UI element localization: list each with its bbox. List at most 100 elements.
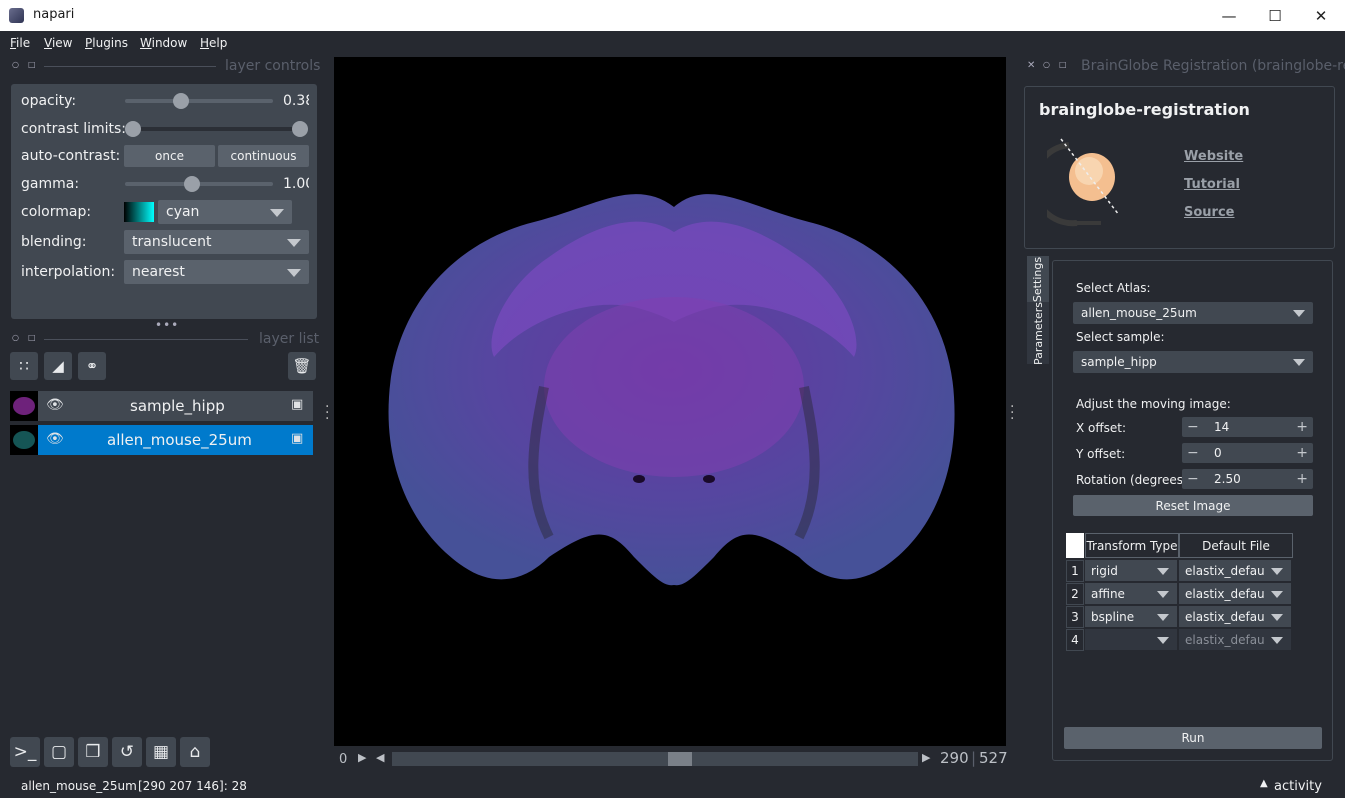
auto-contrast-continuous-button[interactable]: continuous [218,145,309,167]
dock-close-icon[interactable]: ○ [12,60,19,69]
layer-controls-header: layer controls [225,58,321,74]
minimize-icon[interactable]: — [1206,0,1252,31]
grid-icon[interactable]: ▦ [146,737,176,767]
chevron-down-icon [1271,567,1283,575]
colormap-dropdown[interactable]: cyan [158,200,292,224]
default-file-dropdown[interactable]: elastix_defau [1179,629,1291,650]
transform-type-header[interactable]: Transform Type [1085,533,1179,558]
roll-dims-icon[interactable]: ❒ [78,737,108,767]
chevron-down-icon [1271,636,1283,644]
minus-icon[interactable]: − [1187,445,1199,461]
delete-layer-icon[interactable]: 🗑 [288,352,316,380]
x-offset-label: X offset: [1076,421,1127,435]
minus-icon[interactable]: − [1187,471,1199,487]
layer-name[interactable]: sample_hipp [130,397,225,415]
new-shapes-layer-icon[interactable]: ◢ [44,352,72,380]
row-number: 4 [1066,629,1084,651]
contrast-limits-slider[interactable] [133,127,301,131]
plus-icon[interactable]: + [1296,471,1308,487]
default-file-dropdown[interactable]: elastix_defau [1179,560,1291,581]
ndisplay-square-icon[interactable]: ▢ [44,737,74,767]
dock-float-icon[interactable]: □ [28,60,36,69]
transform-type-dropdown[interactable]: rigid [1085,560,1177,581]
atlas-value: allen_mouse_25um [1081,306,1197,320]
settings-panel: Select Atlas: allen_mouse_25um Select sa… [1052,260,1333,761]
caret-up-icon[interactable]: ▲ [1260,778,1268,789]
play-icon[interactable]: ▶ [358,751,366,764]
menu-plugins[interactable]: Plugins [85,36,128,50]
maximize-icon[interactable]: ☐ [1252,0,1298,31]
chevron-down-icon [287,239,301,247]
splitter-handle-icon[interactable]: · · · [325,400,329,426]
new-points-layer-icon[interactable]: ∷ [10,352,38,380]
dock-close-icon[interactable]: ✕ [1027,60,1035,71]
menu-window[interactable]: Window [140,36,187,50]
gamma-slider-handle[interactable] [184,176,200,192]
menu-help[interactable]: Help [200,36,227,50]
dims-separator: | [971,749,977,767]
default-file-dropdown[interactable]: elastix_defau [1179,583,1291,604]
chevron-down-icon [1293,359,1305,366]
plus-icon[interactable]: + [1296,419,1308,435]
dock-float-icon[interactable]: ○ [1043,60,1050,69]
splitter-handle-icon[interactable]: ••• [155,318,179,332]
rotation-spinbox[interactable]: − 2.50 + [1182,469,1313,489]
contrast-max-handle[interactable] [292,121,308,137]
default-file-dropdown[interactable]: elastix_defau [1179,606,1291,627]
adjust-moving-label: Adjust the moving image: [1076,397,1231,411]
minus-icon[interactable]: − [1187,419,1199,435]
step-back-icon[interactable]: ◀ [376,751,384,764]
run-button[interactable]: Run [1064,727,1322,749]
visibility-eye-icon[interactable]: 👁 [46,397,64,413]
dock-float-icon[interactable]: □ [1059,60,1067,69]
gamma-label: gamma: [21,176,80,192]
tab-parameters[interactable]: Parameters [1027,302,1049,364]
transform-type-dropdown[interactable] [1085,629,1177,650]
tutorial-link[interactable]: Tutorial [1184,177,1240,192]
plus-icon[interactable]: + [1296,445,1308,461]
tab-settings[interactable]: Settings [1027,256,1049,302]
interpolation-dropdown[interactable]: nearest [124,260,309,284]
opacity-slider-handle[interactable] [173,93,190,109]
blending-dropdown[interactable]: translucent [124,230,309,254]
opacity-slider[interactable] [125,99,273,103]
table-corner [1066,533,1084,558]
new-labels-layer-icon[interactable]: ⚭ [78,352,106,380]
sample-dropdown[interactable]: sample_hipp [1073,351,1313,373]
auto-contrast-once-button[interactable]: once [124,145,215,167]
layer-name[interactable]: allen_mouse_25um [107,431,252,449]
reset-image-button[interactable]: Reset Image [1073,495,1313,516]
console-icon[interactable]: >_ [10,737,40,767]
dims-slider-handle[interactable] [668,752,693,766]
dock-float-icon[interactable]: □ [28,333,36,342]
source-link[interactable]: Source [1184,205,1234,220]
menu-file[interactable]: File [10,36,30,50]
transform-type-dropdown[interactable]: bspline [1085,606,1177,627]
rotation-value[interactable]: 2.50 [1214,472,1241,486]
atlas-dropdown[interactable]: allen_mouse_25um [1073,302,1313,324]
x-offset-spinbox[interactable]: − 14 + [1182,417,1313,437]
dock-close-icon[interactable]: ○ [12,333,19,342]
y-offset-spinbox[interactable]: − 0 + [1182,443,1313,463]
contrast-min-handle[interactable] [125,121,141,137]
layer-row-sample-hipp[interactable]: 👁 sample_hipp ▣ [10,391,313,421]
splitter-handle-icon[interactable]: · · · [1010,400,1014,426]
close-icon[interactable]: ✕ [1298,0,1344,31]
step-forward-icon[interactable]: ▶ [922,751,930,764]
transform-type-dropdown[interactable]: affine [1085,583,1177,604]
home-icon[interactable]: ⌂ [180,737,210,767]
website-link[interactable]: Website [1184,149,1243,164]
y-offset-value[interactable]: 0 [1214,446,1222,460]
transpose-icon[interactable]: ↺ [112,737,142,767]
layer-row-allen-mouse[interactable]: 👁 allen_mouse_25um ▣ [10,425,313,455]
dims-current-value[interactable]: 290 [940,749,969,767]
visibility-eye-icon[interactable]: 👁 [46,431,64,447]
rotation-label: Rotation (degrees): [1076,473,1192,487]
default-file-header[interactable]: Default File [1179,533,1293,558]
activity-button[interactable]: activity [1274,779,1322,794]
x-offset-value[interactable]: 14 [1214,420,1229,434]
menu-view[interactable]: View [44,36,72,50]
window-title: napari [33,7,75,22]
viewer-canvas[interactable] [334,57,1006,746]
dims-slider-track[interactable] [392,752,918,766]
